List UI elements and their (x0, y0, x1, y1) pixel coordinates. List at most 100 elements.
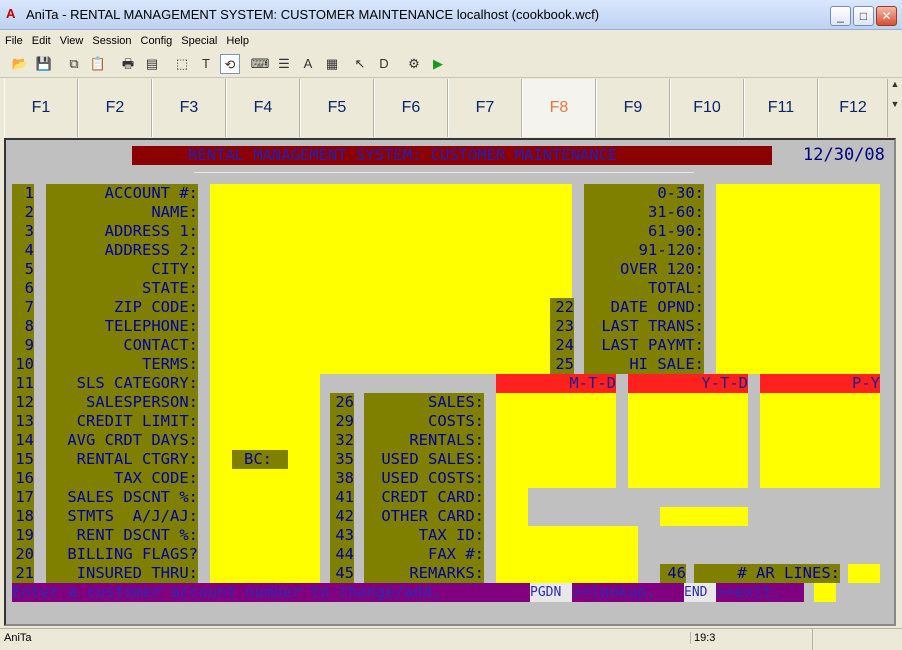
last-paymt-label: LAST PAYMT: (601, 336, 704, 354)
paste-icon[interactable]: 📋 (88, 54, 108, 74)
field-number: 41 (335, 488, 354, 506)
field-number: 14 (15, 431, 34, 449)
other-card-value[interactable] (660, 507, 748, 526)
field-number: 24 (555, 336, 574, 354)
f5-key[interactable]: F5 (300, 79, 374, 137)
field-number: 26 (335, 393, 354, 411)
f10-key[interactable]: F10 (670, 79, 744, 137)
taxid-fax-remarks-values[interactable] (496, 526, 638, 583)
minimize-button[interactable]: _ (830, 6, 851, 26)
f9-key[interactable]: F9 (596, 79, 670, 137)
hi-sale-label: HI SALE: (629, 355, 704, 373)
keyboard-icon[interactable]: ⌨ (250, 54, 270, 74)
close-button[interactable]: ✕ (876, 6, 897, 26)
open-icon[interactable]: 📂 (10, 54, 30, 74)
aging-91-120-label: 91-120: (638, 241, 704, 259)
print-icon[interactable]: 🖶 (118, 54, 138, 74)
field-number: 22 (555, 298, 574, 316)
aging-0-30-label: 0-30: (657, 184, 704, 202)
ytd-values[interactable] (628, 393, 748, 488)
menu-help[interactable]: Help (221, 32, 253, 50)
state-label: STATE: (142, 279, 198, 297)
menu-file[interactable]: File (0, 32, 27, 50)
grid-icon[interactable]: ▦ (322, 54, 342, 74)
title-bar: A AniTa - RENTAL MANAGEMENT SYSTEM: CUST… (0, 0, 902, 30)
terminal-screen[interactable]: RENTAL MANAGEMENT SYSTEM: CUSTOMER MAINT… (4, 138, 896, 626)
billing-flags-label: BILLING FLAGS? (67, 545, 198, 563)
font-icon[interactable]: A (298, 54, 318, 74)
menu-edit[interactable]: Edit (27, 32, 55, 50)
f6-key[interactable]: F6 (374, 79, 448, 137)
text-icon[interactable]: T (196, 54, 216, 74)
field-number: 6 (24, 279, 34, 297)
tax-id-label: TAX ID: (418, 526, 484, 544)
aging-total-label: TOTAL: (648, 279, 704, 297)
field-number: 25 (555, 355, 574, 373)
other-card-label: OTHER CARD: (381, 507, 484, 525)
field-number: 8 (24, 317, 34, 335)
field-number: 20 (15, 545, 34, 563)
copy-icon[interactable]: ⧉ (64, 54, 84, 74)
app-icon: A (6, 6, 16, 21)
menu-view[interactable]: View (55, 32, 88, 50)
pointer-help-icon[interactable]: ↖ (350, 54, 370, 74)
save-icon[interactable]: 💾 (34, 54, 54, 74)
print-preview-icon[interactable]: ▤ (142, 54, 162, 74)
prompt-text: Enter a customer account number to chang… (12, 583, 442, 601)
ar-lines-input[interactable] (848, 564, 880, 583)
menu-config[interactable]: Config (136, 32, 177, 50)
field-number: 16 (15, 469, 34, 487)
f8-key[interactable]: F8 (522, 79, 596, 137)
fax-label: FAX #: (428, 545, 484, 563)
menu-special[interactable]: Special (176, 32, 221, 50)
credt-card-label: CREDT CARD: (381, 488, 484, 506)
mtd-values[interactable] (496, 393, 616, 488)
f2-key[interactable]: F2 (78, 79, 152, 137)
aging-61-90-label: 61-90: (648, 222, 704, 240)
menu-bar: File Edit View Session Config Special Help (0, 31, 902, 49)
field-number: 42 (335, 507, 354, 525)
field-number: 1 (24, 184, 34, 202)
sales-dscnt-label: SALES DSCNT %: (67, 488, 198, 506)
credit-limit-label: CREDIT LIMIT: (76, 412, 198, 430)
zip-label: ZIP CODE: (114, 298, 198, 316)
play-icon[interactable]: ▶ (428, 54, 448, 74)
fkey-scrollbar[interactable]: ▲ ▼ (888, 79, 902, 137)
dos-icon[interactable]: D (374, 54, 394, 74)
rental-ctgry-label: RENTAL CTGRY: (76, 450, 198, 468)
telephone-label: TELEPHONE: (104, 317, 198, 335)
f1-key[interactable]: F1 (4, 79, 78, 137)
field-number: 7 (24, 298, 34, 316)
menu-session[interactable]: Session (87, 32, 135, 50)
mtd-label: M-T-D (569, 374, 616, 392)
upper-input-area[interactable] (210, 184, 572, 374)
field-number: 13 (15, 412, 34, 430)
f7-key[interactable]: F7 (448, 79, 522, 137)
ar-lines-label: # AR LINES: (737, 564, 840, 582)
field-number: 18 (15, 507, 34, 525)
field-number: 3 (24, 222, 34, 240)
terms-label: TERMS: (142, 355, 198, 373)
f3-key[interactable]: F3 (152, 79, 226, 137)
aging-31-60-label: 31-60: (648, 203, 704, 221)
lower-input-area[interactable] (210, 374, 320, 583)
connect-icon[interactable]: ⟲ (220, 54, 240, 74)
py-values[interactable] (760, 393, 880, 488)
last-trans-label: LAST TRANS: (601, 317, 704, 335)
list-icon[interactable]: ☰ (274, 54, 294, 74)
macro-icon[interactable]: ⚙ (404, 54, 424, 74)
rentals-label: RENTALS: (409, 431, 484, 449)
avg-crdt-days-label: AVG CRDT DAYS: (67, 431, 198, 449)
aging-values-area[interactable] (716, 184, 880, 374)
address2-label: ADDRESS 2: (104, 241, 198, 259)
remarks-label: REMARKS: (409, 564, 484, 582)
f4-key[interactable]: F4 (226, 79, 300, 137)
field-number: 9 (24, 336, 34, 354)
maximize-button[interactable]: □ (853, 6, 874, 26)
select-icon[interactable]: ⬚ (172, 54, 192, 74)
rent-dscnt-label: RENT DSCNT %: (76, 526, 198, 544)
prompt-input[interactable] (814, 583, 836, 602)
f12-key[interactable]: F12 (818, 79, 888, 137)
salesperson-label: SALESPERSON: (86, 393, 198, 411)
f11-key[interactable]: F11 (744, 79, 818, 137)
